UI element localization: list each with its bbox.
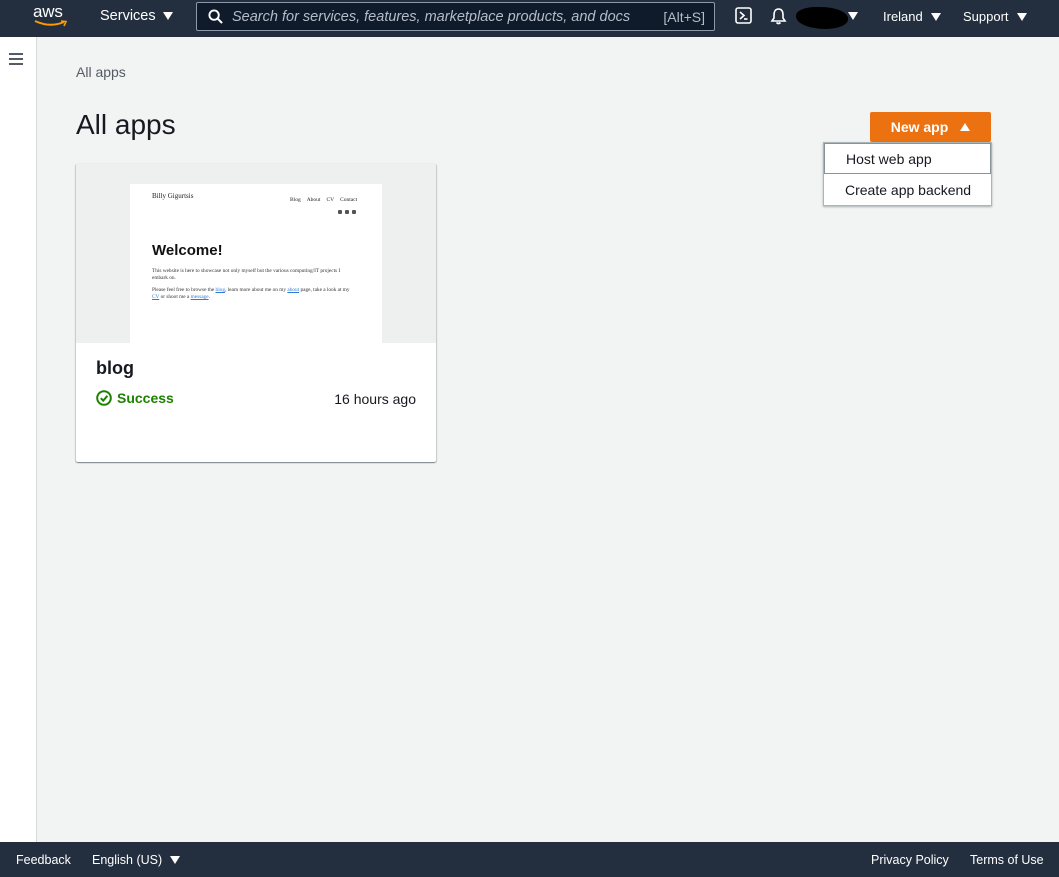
app-card[interactable]: Billy Gigurtsis Blog About CV Contact We… — [76, 163, 436, 462]
terms-of-use-link[interactable]: Terms of Use — [970, 853, 1044, 867]
language-selector[interactable]: English (US) — [92, 853, 181, 867]
status-text: Success — [117, 390, 174, 406]
aws-logo-text: aws — [33, 2, 63, 21]
aws-logo[interactable]: aws — [33, 3, 69, 33]
last-updated-time: 16 hours ago — [334, 391, 416, 407]
github-icon — [338, 210, 342, 214]
preview-nav-item: Contact — [340, 197, 358, 203]
redacted-account-name — [796, 7, 848, 29]
account-menu[interactable] — [796, 5, 848, 29]
preview-nav-item: Blog — [290, 197, 301, 203]
preview-nav: Blog About CV Contact — [290, 197, 357, 203]
footer: Feedback English (US) Privacy Policy Ter… — [0, 842, 1059, 877]
search-icon — [208, 9, 223, 24]
new-app-dropdown: Host web app Create app backend — [823, 142, 992, 206]
caret-down-icon[interactable] — [848, 12, 858, 20]
preview-nav-item: CV — [326, 197, 335, 203]
status-badge: Success — [96, 390, 174, 406]
cloudshell-icon[interactable] — [735, 7, 752, 24]
host-web-app-option[interactable]: Host web app — [824, 143, 991, 174]
caret-down-icon — [162, 12, 173, 20]
search-bar[interactable]: [Alt+S] — [196, 2, 715, 31]
search-input[interactable] — [232, 8, 664, 25]
new-app-button[interactable]: New app — [870, 112, 991, 142]
top-navigation: aws Services [Alt+S] Ireland Support — [0, 0, 1059, 37]
preview-paragraph-1: This website is here to showcase not onl… — [152, 268, 341, 281]
preview-heading: Welcome! — [152, 242, 223, 259]
app-preview-area: Billy Gigurtsis Blog About CV Contact We… — [76, 164, 436, 343]
create-app-backend-option[interactable]: Create app backend — [824, 174, 991, 205]
email-icon — [345, 210, 349, 214]
feedback-link[interactable]: Feedback — [16, 853, 71, 867]
region-selector[interactable]: Ireland — [883, 9, 941, 24]
preview-paragraph-2: Please feel free to browse the blog, lea… — [152, 287, 350, 300]
support-menu[interactable]: Support — [963, 9, 1027, 24]
preview-social-icons — [338, 210, 356, 214]
side-navigation-rail — [0, 37, 37, 842]
caret-down-icon — [170, 856, 181, 864]
caret-down-icon — [930, 12, 941, 21]
aws-smile-icon — [34, 20, 68, 27]
page-title: All apps — [76, 109, 176, 140]
preview-nav-item: About — [306, 197, 321, 203]
app-name[interactable]: blog — [96, 358, 134, 379]
hamburger-icon[interactable] — [9, 53, 23, 65]
breadcrumb-item[interactable]: All apps — [76, 64, 126, 80]
support-label: Support — [963, 9, 1009, 24]
linkedin-icon — [352, 210, 356, 214]
preview-site-name: Billy Gigurtsis — [152, 192, 194, 200]
privacy-policy-link[interactable]: Privacy Policy — [871, 853, 949, 867]
breadcrumb: All apps — [76, 64, 126, 80]
new-app-label: New app — [890, 119, 949, 135]
services-menu[interactable]: Services — [100, 8, 173, 24]
caret-down-icon — [1016, 12, 1027, 21]
search-shortcut: [Alt+S] — [663, 8, 705, 25]
language-label: English (US) — [92, 853, 163, 867]
region-label: Ireland — [883, 9, 923, 24]
app-preview-screenshot: Billy Gigurtsis Blog About CV Contact We… — [130, 184, 382, 343]
success-check-icon — [96, 390, 112, 406]
services-label: Services — [100, 8, 156, 24]
caret-up-icon — [960, 123, 971, 131]
bell-icon[interactable] — [770, 7, 787, 25]
